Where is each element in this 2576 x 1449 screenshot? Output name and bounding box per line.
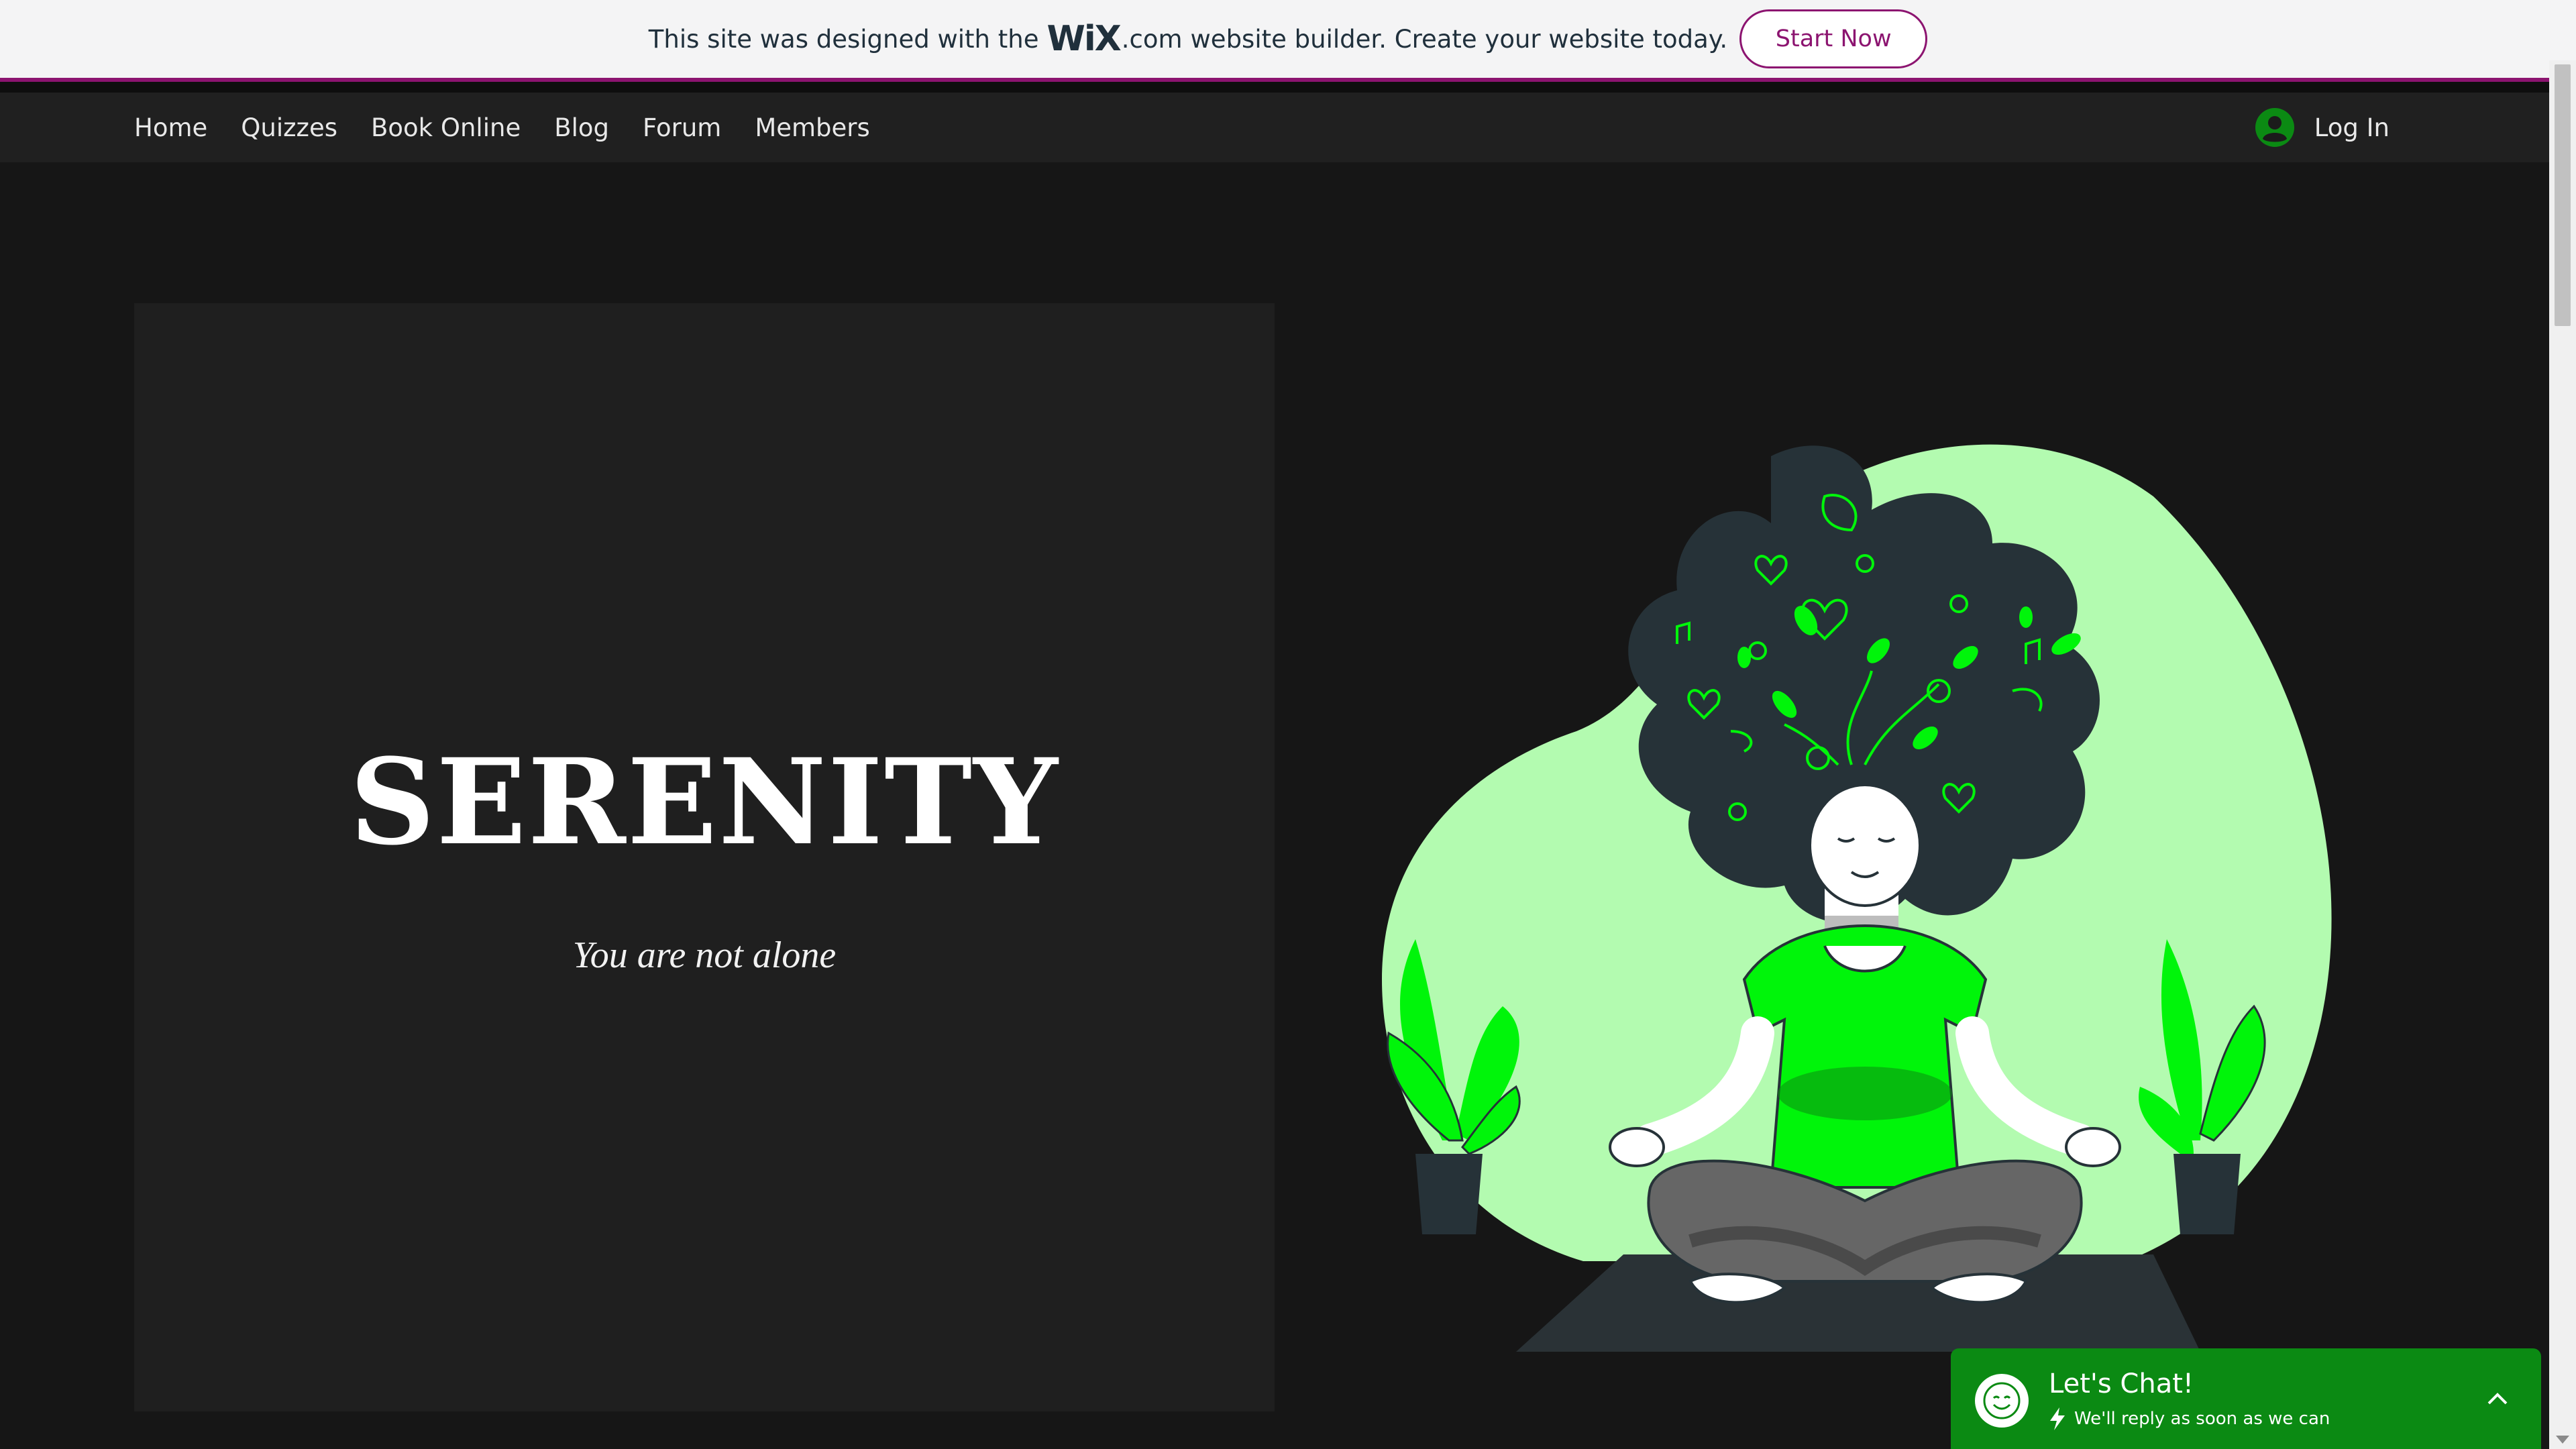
hero-title: SERENITY (350, 733, 1059, 871)
scroll-down-arrow-icon[interactable] (2556, 1436, 2569, 1444)
nav-item-forum[interactable]: Forum (643, 113, 721, 142)
wix-logo: WiX (1046, 19, 1121, 59)
chat-subtitle: We'll reply as soon as we can (2074, 1409, 2330, 1429)
page-scrollbar[interactable] (2549, 60, 2576, 1449)
chevron-up-icon[interactable] (2481, 1382, 2514, 1415)
nav-item-quizzes[interactable]: Quizzes (241, 113, 337, 142)
chat-title: Let's Chat! (2049, 1368, 2194, 1399)
meditation-illustration (1382, 444, 2332, 1352)
nav-item-members[interactable]: Members (755, 113, 869, 142)
scrollbar-thumb[interactable] (2555, 64, 2571, 326)
site-header: Home Quizzes Book Online Blog Forum Memb… (0, 93, 2549, 162)
chat-subtitle-row: We'll reply as soon as we can (2049, 1407, 2330, 1430)
login-label: Log In (2314, 113, 2390, 142)
banner-prefix: This site was designed with the (648, 24, 1039, 54)
banner-message: This site was designed with the WiX .com… (649, 19, 1727, 59)
hero-text-panel: SERENITY You are not alone (134, 303, 1275, 1411)
wix-promo-banner: This site was designed with the WiX .com… (0, 0, 2576, 78)
nav-item-blog[interactable]: Blog (554, 113, 609, 142)
login-button[interactable]: Log In (2255, 93, 2390, 162)
header-gap (0, 82, 2549, 93)
lightning-icon (2050, 1407, 2065, 1430)
wix-dotcom: .com (1121, 24, 1183, 54)
main-menu: Home Quizzes Book Online Blog Forum Memb… (134, 93, 904, 162)
chat-widget[interactable]: Let's Chat! We'll reply as soon as we ca… (1951, 1348, 2541, 1449)
nav-item-book-online[interactable]: Book Online (371, 113, 521, 142)
user-avatar-icon (2255, 108, 2294, 147)
smile-icon (1975, 1374, 2029, 1428)
nav-item-home[interactable]: Home (134, 113, 207, 142)
banner-suffix: website builder. Create your website tod… (1190, 24, 1728, 54)
hero-subtitle: You are not alone (572, 934, 837, 976)
start-now-button[interactable]: Start Now (1739, 9, 1928, 68)
